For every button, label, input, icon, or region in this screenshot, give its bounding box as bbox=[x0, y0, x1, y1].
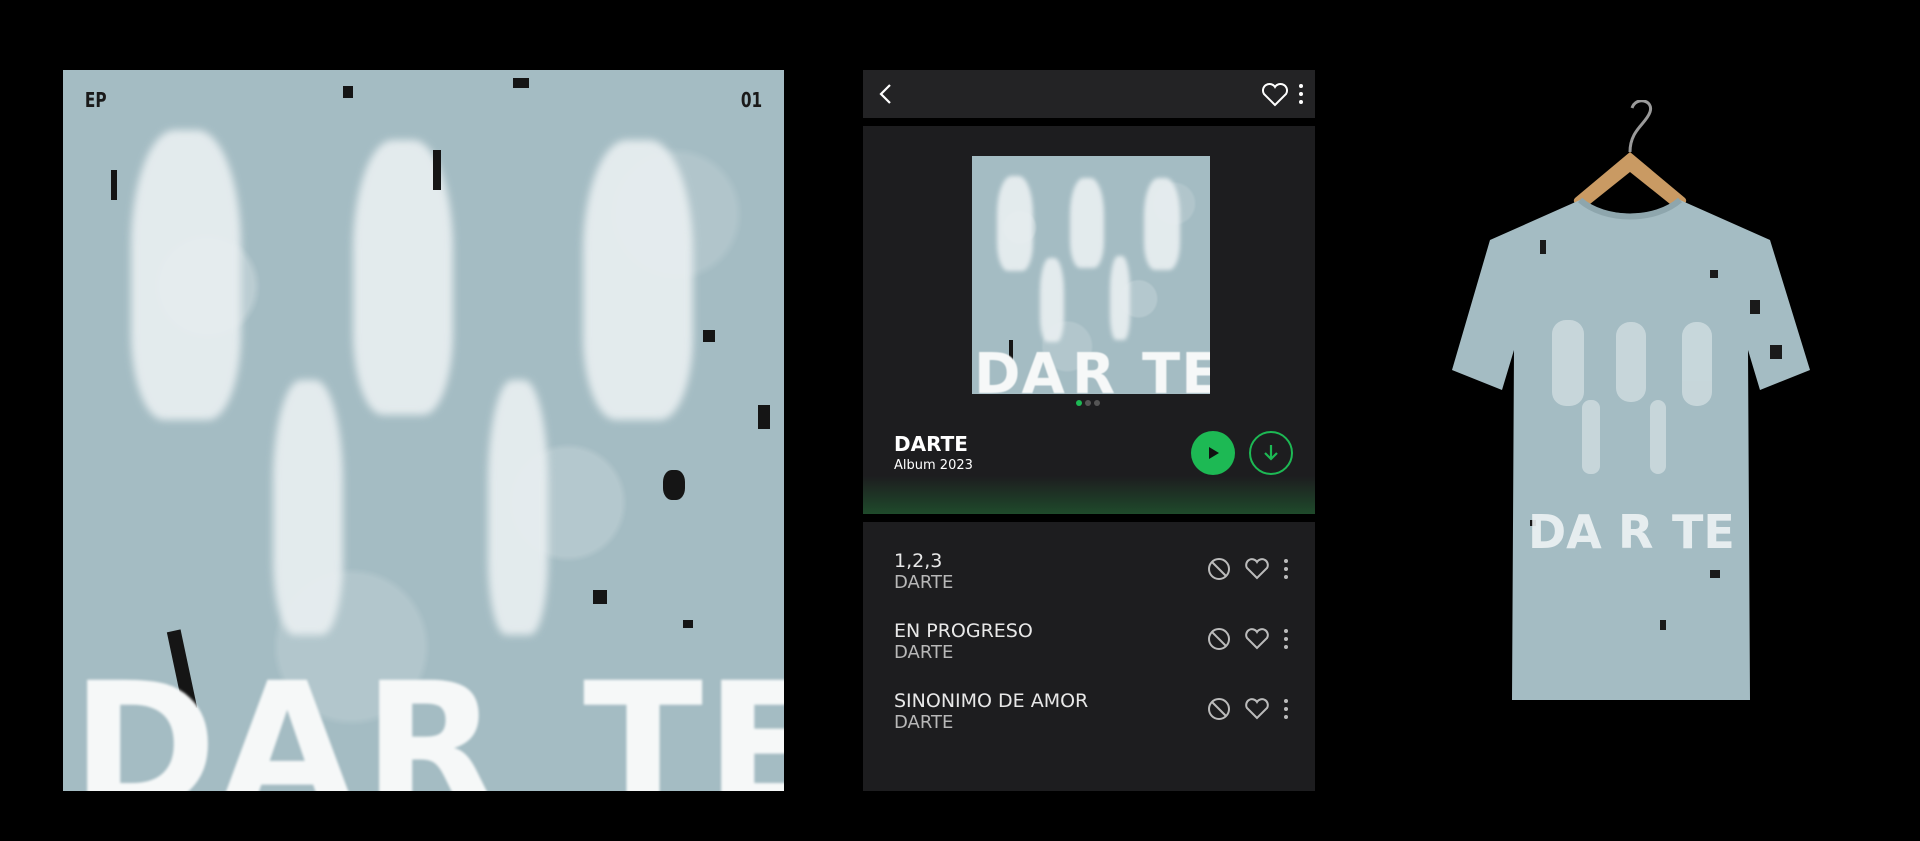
cover-title-da: DA bbox=[71, 645, 358, 791]
track-title: 1,2,3 bbox=[894, 550, 943, 572]
track-title: SINONIMO DE AMOR bbox=[894, 690, 1089, 712]
album-cover-art: EP 01 DA R TE bbox=[63, 70, 784, 791]
chevron-left-icon[interactable] bbox=[875, 82, 899, 106]
shirt-title-r: R bbox=[1618, 505, 1653, 559]
cover-title-te: TE bbox=[583, 645, 784, 791]
page-dot[interactable] bbox=[1094, 400, 1100, 406]
cover-speck bbox=[111, 170, 117, 200]
cover-speck bbox=[683, 620, 693, 628]
thumb-silhouette bbox=[1110, 256, 1130, 340]
heart-outline-icon[interactable] bbox=[1244, 696, 1270, 722]
cover-speck bbox=[663, 470, 685, 500]
player-header bbox=[863, 70, 1315, 118]
cover-speck bbox=[758, 405, 770, 429]
thumb-title-te: TE bbox=[1142, 342, 1210, 394]
shirt-body bbox=[1452, 200, 1810, 700]
cover-title-r: R bbox=[363, 645, 501, 791]
vertical-dots-icon[interactable] bbox=[1282, 626, 1290, 652]
download-arrow-icon bbox=[1264, 445, 1278, 461]
thumb-silhouette bbox=[1144, 178, 1180, 270]
thumb-silhouette bbox=[997, 176, 1033, 271]
cover-number-label: 01 bbox=[740, 88, 763, 112]
album-thumbnail: DA R TE bbox=[972, 156, 1210, 394]
block-icon[interactable] bbox=[1206, 556, 1232, 582]
tshirt-mockup: DA R TE bbox=[1452, 100, 1810, 700]
cover-silhouette bbox=[131, 130, 241, 420]
track-row[interactable]: 1,2,3 DARTE bbox=[863, 550, 1315, 600]
thumb-title-da: DA bbox=[974, 342, 1066, 394]
hanger-hook-icon bbox=[1628, 100, 1653, 153]
block-icon[interactable] bbox=[1206, 696, 1232, 722]
track-artist: DARTE bbox=[894, 642, 954, 663]
track-row[interactable]: SINONIMO DE AMOR DARTE bbox=[863, 690, 1315, 740]
cover-speck bbox=[703, 330, 715, 342]
hanger-bar bbox=[1573, 152, 1687, 206]
cover-silhouette bbox=[583, 140, 693, 420]
vertical-dots-icon[interactable] bbox=[1282, 696, 1290, 722]
page-dot[interactable] bbox=[1085, 400, 1091, 406]
thumb-title-r: R bbox=[1072, 342, 1118, 394]
page-dot[interactable] bbox=[1076, 400, 1082, 406]
album-subtitle: Album 2023 bbox=[894, 458, 973, 473]
cover-ep-label: EP bbox=[84, 88, 107, 112]
cover-silhouette bbox=[488, 380, 548, 635]
shirt-title-te: TE bbox=[1672, 505, 1735, 559]
cover-speck bbox=[433, 150, 441, 190]
cover-speck bbox=[343, 86, 353, 98]
play-button[interactable] bbox=[1191, 431, 1235, 475]
track-row[interactable]: EN PROGRESO DARTE bbox=[863, 620, 1315, 670]
album-header-section: DA R TE DARTE Album 2023 bbox=[863, 126, 1315, 514]
track-title: EN PROGRESO bbox=[894, 620, 1033, 642]
download-button[interactable] bbox=[1249, 431, 1293, 475]
cover-speck bbox=[513, 78, 529, 88]
heart-outline-icon[interactable] bbox=[1244, 556, 1270, 582]
track-artist: DARTE bbox=[894, 572, 954, 593]
cover-silhouette bbox=[273, 380, 343, 635]
thumb-silhouette bbox=[1070, 178, 1104, 268]
cover-speck bbox=[593, 590, 607, 604]
heart-outline-icon[interactable] bbox=[1244, 626, 1270, 652]
vertical-dots-icon[interactable] bbox=[1282, 556, 1290, 582]
page-indicator bbox=[1076, 400, 1100, 406]
block-icon[interactable] bbox=[1206, 626, 1232, 652]
heart-outline-icon[interactable] bbox=[1261, 81, 1289, 107]
shirt-title-da: DA bbox=[1528, 505, 1602, 559]
track-artist: DARTE bbox=[894, 712, 954, 733]
album-title: DARTE bbox=[894, 432, 968, 456]
vertical-dots-icon[interactable] bbox=[1297, 82, 1305, 106]
track-list: 1,2,3 DARTE EN PROGRESO DARTE SINONIMO D… bbox=[863, 522, 1315, 791]
play-icon bbox=[1209, 447, 1219, 459]
thumb-silhouette bbox=[1040, 258, 1064, 342]
